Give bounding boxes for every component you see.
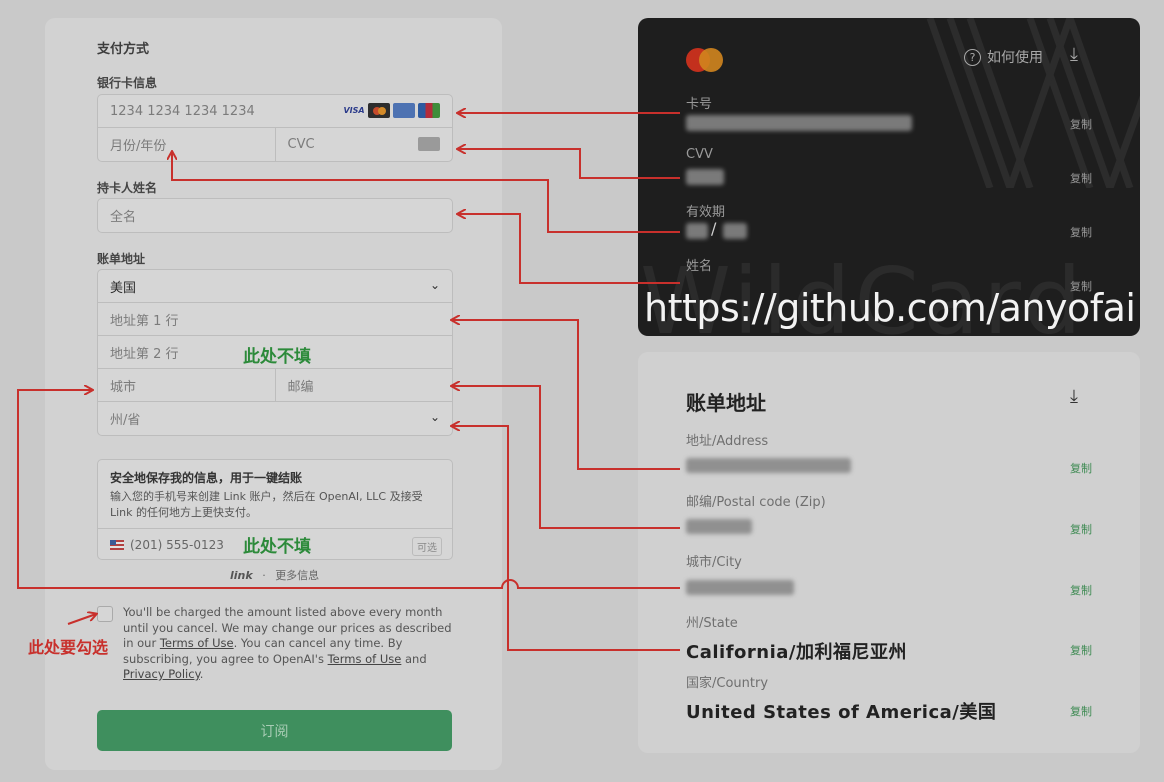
arrow-name <box>458 214 680 284</box>
arrow-address <box>452 320 680 470</box>
arrow-expiry <box>172 152 680 233</box>
arrow-state <box>452 426 680 651</box>
arrow-checkbox <box>67 614 96 625</box>
arrow-city <box>17 390 680 589</box>
annotation-arrows <box>17 0 680 651</box>
arrow-postal <box>452 386 680 529</box>
arrow-cvv <box>458 149 680 179</box>
